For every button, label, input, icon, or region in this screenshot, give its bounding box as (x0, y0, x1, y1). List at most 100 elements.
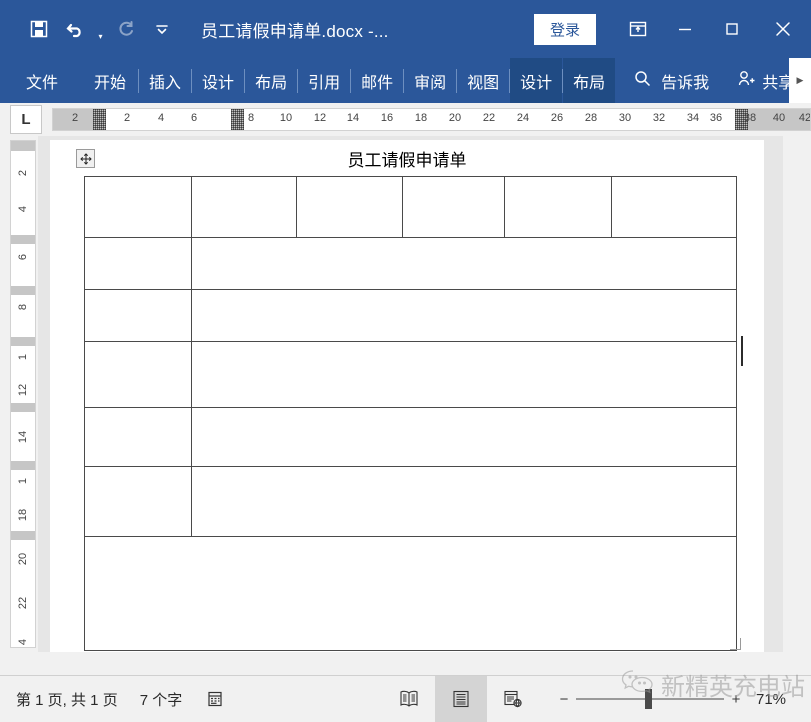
ruler-tick-label: 8 (247, 112, 255, 124)
ruler-tick-label: 40 (772, 112, 786, 124)
vertical-margin-zone (11, 461, 35, 470)
vruler-tick-label: 6 (17, 253, 29, 261)
vruler-tick-label: 1 (17, 477, 29, 485)
ruler-tick-label: 6 (190, 112, 198, 124)
view-mode-buttons (383, 676, 539, 722)
undo-icon[interactable] (58, 12, 92, 46)
status-bar: 第 1 页, 共 1 页 7 个字 − + 71% (0, 675, 811, 722)
tab-file[interactable]: 文件 (0, 58, 72, 103)
tab-table-layout[interactable]: 布局 (563, 58, 616, 103)
table-cell[interactable] (191, 466, 737, 537)
tab-review[interactable]: 审阅 (404, 58, 456, 103)
vruler-tick-label: 14 (17, 430, 29, 444)
table-cell[interactable] (84, 536, 737, 651)
table-cell[interactable] (611, 176, 737, 238)
table-cell[interactable] (402, 176, 505, 238)
person-add-icon (737, 69, 756, 93)
zoom-in-button[interactable]: + (724, 691, 748, 708)
vruler-tick-label: 20 (17, 552, 29, 566)
end-of-page-marker-icon (730, 638, 741, 650)
maximize-icon[interactable] (708, 0, 755, 58)
vertical-margin-zone (11, 531, 35, 540)
table-cell[interactable] (84, 237, 192, 290)
undo-dropdown-caret-icon[interactable]: ▾ (94, 7, 107, 52)
ruler-tick-label: 2 (123, 112, 131, 124)
ruler-tick-label: 16 (380, 112, 394, 124)
ruler-tick-label: 24 (516, 112, 530, 124)
tell-me-search[interactable]: 告诉我 (615, 58, 719, 103)
ruler-tick-label: 30 (618, 112, 632, 124)
zoom-percentage[interactable]: 71% (756, 691, 786, 708)
ruler-tick-label: 4 (157, 112, 165, 124)
zoom-slider-thumb[interactable] (645, 689, 652, 709)
vruler-tick-label: 22 (17, 596, 29, 610)
web-layout-view-button[interactable] (487, 676, 539, 722)
tab-references[interactable]: 引用 (298, 58, 350, 103)
vertical-margin-zone (11, 141, 35, 151)
page-indicator[interactable]: 第 1 页, 共 1 页 (16, 689, 118, 710)
proofing-errors-icon[interactable] (204, 688, 226, 710)
ruler-tick-label: 20 (448, 112, 462, 124)
table-cell[interactable] (84, 466, 192, 537)
table-row[interactable] (84, 176, 737, 238)
table-cell[interactable] (191, 237, 737, 290)
vertical-ruler[interactable]: 2 4 6 8 1 12 14 1 18 20 22 4 (10, 140, 36, 648)
close-icon[interactable] (755, 0, 811, 58)
table-row[interactable] (84, 536, 737, 651)
table-cell[interactable] (296, 176, 403, 238)
table-cell[interactable] (84, 289, 192, 342)
tab-table-design[interactable]: 设计 (510, 58, 563, 103)
table-cell[interactable] (84, 341, 192, 408)
ruler-tick-label: 14 (346, 112, 360, 124)
zoom-out-button[interactable]: − (552, 691, 576, 708)
table-cell[interactable] (191, 341, 737, 408)
first-line-indent-marker-icon[interactable] (231, 109, 244, 130)
window-controls: 登录 (533, 0, 811, 58)
table-cell[interactable] (191, 289, 737, 342)
horizontal-ruler-track[interactable]: 2 2 4 6 8 10 12 14 16 18 20 22 24 26 28 … (52, 108, 811, 131)
left-indent-marker-icon[interactable] (93, 109, 106, 130)
ruler-tick-label: 22 (482, 112, 496, 124)
tab-insert[interactable]: 插入 (139, 58, 191, 103)
document-page[interactable]: 员工请假申请单 (50, 140, 764, 652)
table-row[interactable] (84, 407, 737, 467)
ribbon-scroll-right-button[interactable]: ▶ (789, 58, 811, 103)
ruler-tick-label: 28 (584, 112, 598, 124)
zoom-slider[interactable] (576, 676, 724, 722)
vruler-tick-label: 4 (17, 638, 29, 646)
read-mode-view-button[interactable] (383, 676, 435, 722)
tab-home[interactable]: 开始 (72, 58, 138, 103)
leave-request-table[interactable] (84, 176, 737, 651)
table-cell[interactable] (191, 407, 737, 467)
save-icon[interactable] (22, 12, 56, 46)
table-cell[interactable] (191, 176, 297, 238)
table-row[interactable] (84, 289, 737, 342)
word-application-window: ▾ 员工请假申请单.docx -... 登录 文件 开始 插入 设计 布局 引用… (0, 0, 811, 722)
sign-in-button[interactable]: 登录 (533, 13, 596, 45)
document-canvas[interactable]: 员工请假申请单 (38, 136, 783, 652)
table-move-handle[interactable] (76, 149, 95, 168)
tab-design[interactable]: 设计 (192, 58, 244, 103)
table-row[interactable] (84, 466, 737, 537)
table-row[interactable] (84, 237, 737, 290)
table-cell[interactable] (84, 407, 192, 467)
tab-layout[interactable]: 布局 (245, 58, 297, 103)
vertical-margin-zone (11, 235, 35, 244)
vruler-tick-label: 12 (17, 383, 29, 397)
redo-icon (109, 12, 143, 46)
print-layout-view-button[interactable] (435, 676, 487, 722)
tab-view[interactable]: 视图 (457, 58, 509, 103)
ruler-tick-label: 18 (414, 112, 428, 124)
table-row[interactable] (84, 341, 737, 408)
search-icon (633, 69, 652, 93)
customize-qat-icon[interactable] (145, 12, 179, 46)
vruler-tick-label: 2 (17, 169, 29, 177)
minimize-icon[interactable] (661, 0, 708, 58)
tab-mailings[interactable]: 邮件 (351, 58, 403, 103)
word-count[interactable]: 7 个字 (140, 689, 183, 710)
table-cell[interactable] (504, 176, 612, 238)
table-cell[interactable] (84, 176, 192, 238)
tell-me-label: 告诉我 (661, 74, 710, 92)
tab-stop-selector[interactable]: L (10, 105, 42, 134)
ribbon-display-options-icon[interactable] (614, 0, 661, 58)
